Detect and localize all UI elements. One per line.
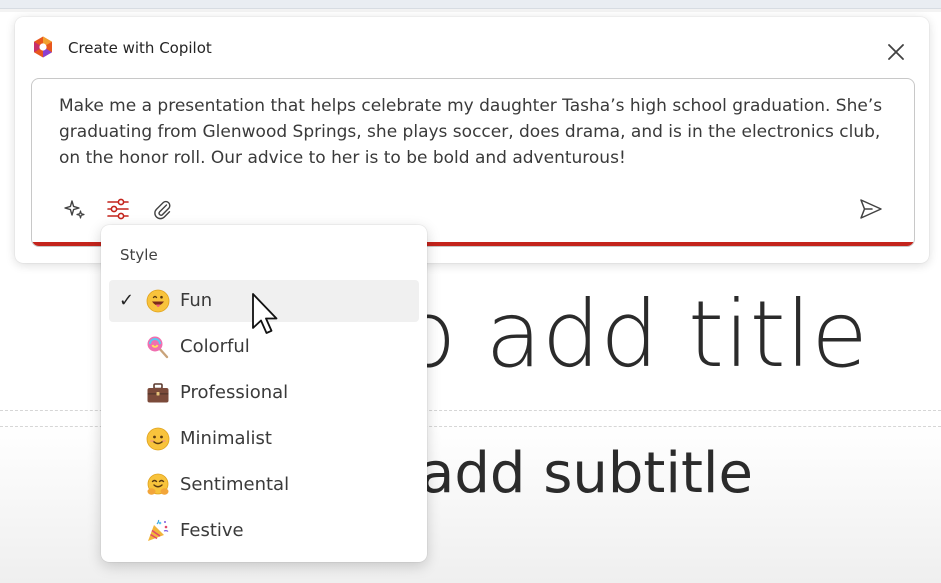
style-option-label: Sentimental xyxy=(180,474,290,495)
copilot-logo-icon xyxy=(34,36,52,58)
briefcase-emoji-icon xyxy=(147,383,169,403)
close-button[interactable] xyxy=(883,39,909,65)
prompt-input-box[interactable]: Make me a presentation that helps celebr… xyxy=(31,78,915,247)
panel-title: Create with Copilot xyxy=(68,39,212,57)
style-option-label: Colorful xyxy=(180,336,250,357)
hugging-face-emoji-icon xyxy=(147,473,169,495)
style-option-label: Fun xyxy=(180,290,213,311)
mouse-cursor-icon xyxy=(252,293,278,334)
style-option-sentimental[interactable]: Sentimental xyxy=(109,464,419,506)
style-option-label: Minimalist xyxy=(180,428,272,449)
grinning-tongue-emoji-icon xyxy=(146,289,170,313)
style-dropdown: Style ✓ Fun Colorful Professional Minima… xyxy=(101,225,427,562)
window-top-strip xyxy=(0,0,941,9)
sliders-icon xyxy=(107,198,129,220)
style-option-professional[interactable]: Professional xyxy=(109,372,419,414)
copilot-panel-header: Create with Copilot xyxy=(15,17,929,77)
style-options-button[interactable] xyxy=(105,196,131,222)
style-option-festive[interactable]: Festive xyxy=(109,510,419,552)
lollipop-emoji-icon xyxy=(147,336,169,359)
paperclip-icon xyxy=(154,200,171,220)
party-popper-emoji-icon xyxy=(148,519,169,541)
inspire-button[interactable] xyxy=(62,196,88,222)
title-placeholder[interactable]: o add title xyxy=(400,280,920,390)
dropdown-header: Style xyxy=(120,246,158,264)
attach-button[interactable] xyxy=(149,196,175,222)
send-button[interactable] xyxy=(857,196,885,222)
close-icon xyxy=(888,44,904,60)
subtitle-placeholder[interactable]: add subtitle xyxy=(420,442,820,506)
smiling-face-emoji-icon xyxy=(146,427,170,451)
style-option-label: Professional xyxy=(180,382,289,403)
style-option-label: Festive xyxy=(180,520,244,541)
checkmark-icon: ✓ xyxy=(119,290,135,311)
style-option-minimalist[interactable]: Minimalist xyxy=(109,418,419,460)
send-icon xyxy=(860,199,882,219)
sparkle-icon xyxy=(64,200,85,219)
prompt-textarea[interactable]: Make me a presentation that helps celebr… xyxy=(59,93,895,171)
